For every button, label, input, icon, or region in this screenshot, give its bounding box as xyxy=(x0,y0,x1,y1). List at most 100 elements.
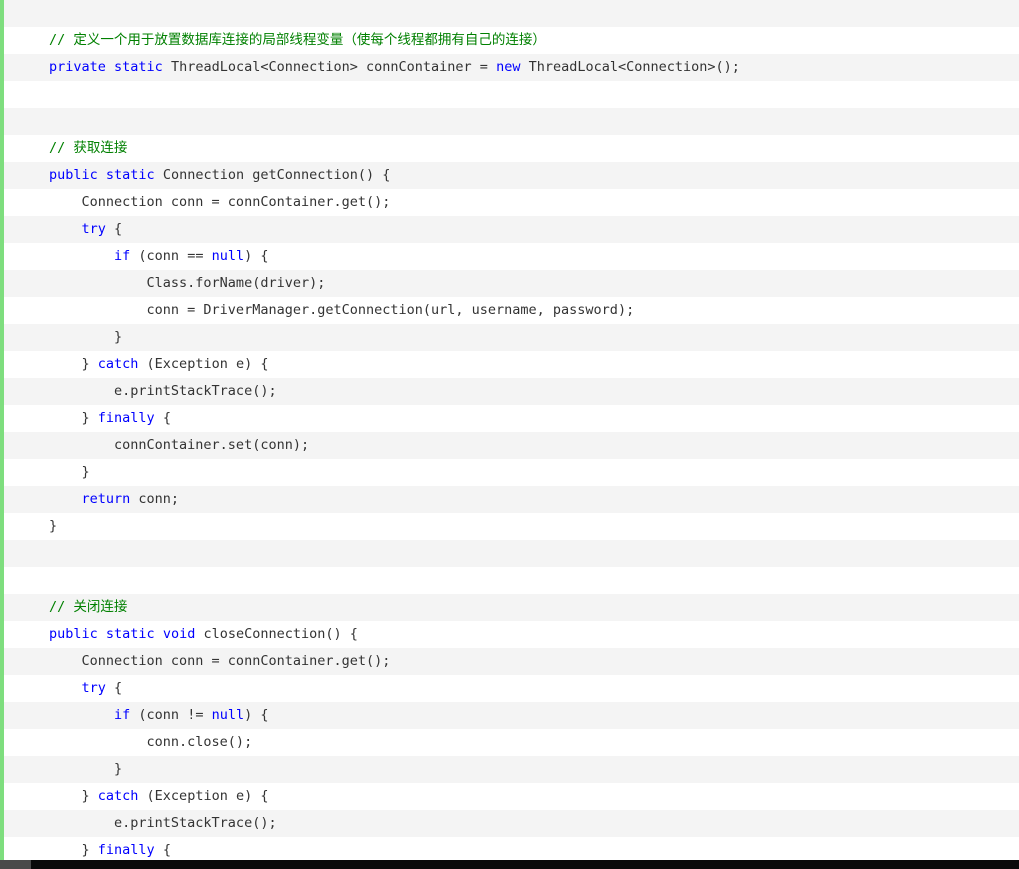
code-scroll-area[interactable]: // 定义一个用于放置数据库连接的局部线程变量（使每个线程都拥有自己的连接） pr… xyxy=(0,0,1019,860)
code-text: } xyxy=(49,356,98,372)
code-line[interactable]: private static ThreadLocal<Connection> c… xyxy=(4,54,1019,81)
code-line[interactable]: e.printStackTrace(); xyxy=(4,378,1019,405)
code-text: { xyxy=(154,410,171,426)
code-keyword: new xyxy=(496,59,521,75)
code-text: connContainer.set(conn); xyxy=(49,437,310,453)
scrollbar-thumb[interactable] xyxy=(0,860,31,869)
code-text: e.printStackTrace(); xyxy=(49,383,277,399)
code-line[interactable]: // 获取连接 xyxy=(4,135,1019,162)
code-line[interactable]: if (conn != null) { xyxy=(4,702,1019,729)
code-line[interactable]: Class.forName(driver); xyxy=(4,270,1019,297)
code-keyword: if xyxy=(114,248,131,264)
code-text: ThreadLocal<Connection>(); xyxy=(520,59,740,75)
code-text: } xyxy=(49,518,58,534)
code-text: } xyxy=(49,788,98,804)
code-comment-text: 定义一个用于放置数据库连接的局部线程变量（使每个线程都拥有自己的连接） xyxy=(73,32,546,48)
code-viewer: // 定义一个用于放置数据库连接的局部线程变量（使每个线程都拥有自己的连接） pr… xyxy=(0,0,1019,869)
code-line[interactable] xyxy=(4,567,1019,594)
code-text: ) { xyxy=(244,707,269,723)
code-line[interactable] xyxy=(4,81,1019,108)
code-line[interactable]: // 关闭连接 xyxy=(4,594,1019,621)
code-line[interactable]: } finally { xyxy=(4,837,1019,860)
code-text: } xyxy=(49,464,90,480)
code-line[interactable]: e.printStackTrace(); xyxy=(4,810,1019,837)
code-text: (conn == xyxy=(130,248,212,264)
code-keyword: catch xyxy=(97,788,139,804)
code-line[interactable]: } xyxy=(4,513,1019,540)
code-text: conn.close(); xyxy=(49,734,253,750)
code-text: } xyxy=(49,842,98,858)
code-line[interactable]: public static Connection getConnection()… xyxy=(4,162,1019,189)
code-keyword: finally xyxy=(97,410,155,426)
code-line[interactable] xyxy=(4,540,1019,567)
code-line[interactable]: Connection conn = connContainer.get(); xyxy=(4,189,1019,216)
code-keyword: catch xyxy=(97,356,139,372)
code-line[interactable]: } catch (Exception e) { xyxy=(4,351,1019,378)
code-line[interactable]: public static void closeConnection() { xyxy=(4,621,1019,648)
code-text: (conn != xyxy=(130,707,212,723)
code-line[interactable]: try { xyxy=(4,216,1019,243)
code-comment-text: 关闭连接 xyxy=(73,599,128,615)
code-text: { xyxy=(105,680,123,696)
code-line[interactable]: } xyxy=(4,459,1019,486)
code-text: (Exception e) { xyxy=(138,356,269,372)
code-line[interactable] xyxy=(4,0,1019,27)
code-line-list: // 定义一个用于放置数据库连接的局部线程变量（使每个线程都拥有自己的连接） pr… xyxy=(4,0,1019,860)
code-text: closeConnection() { xyxy=(195,626,358,642)
code-keyword: finally xyxy=(97,842,155,858)
code-keyword: null xyxy=(211,248,245,264)
code-text: ThreadLocal<Connection> connContainer = xyxy=(162,59,497,75)
code-line[interactable]: // 定义一个用于放置数据库连接的局部线程变量（使每个线程都拥有自己的连接） xyxy=(4,27,1019,54)
code-text: Connection getConnection() { xyxy=(154,167,391,183)
code-text: } xyxy=(49,761,123,777)
code-line[interactable]: } xyxy=(4,324,1019,351)
code-line[interactable]: return conn; xyxy=(4,486,1019,513)
code-text: Connection conn = connContainer.get(); xyxy=(49,653,391,669)
code-line[interactable]: if (conn == null) { xyxy=(4,243,1019,270)
code-text: conn = DriverManager.getConnection(url, … xyxy=(49,302,635,318)
code-line[interactable]: conn.close(); xyxy=(4,729,1019,756)
code-keyword: static xyxy=(114,59,163,75)
code-keyword: private xyxy=(49,59,106,75)
code-keyword: if xyxy=(114,707,131,723)
code-keyword: static xyxy=(105,167,155,183)
code-keyword: try xyxy=(81,221,106,237)
code-line[interactable]: try { xyxy=(4,675,1019,702)
code-text: Class.forName(driver); xyxy=(49,275,326,291)
code-comment-marker: // xyxy=(49,140,74,156)
code-text: } xyxy=(49,329,123,345)
code-line[interactable]: } xyxy=(4,756,1019,783)
code-line[interactable]: } finally { xyxy=(4,405,1019,432)
code-keyword: return xyxy=(81,491,131,507)
code-comment-marker: // xyxy=(49,599,74,615)
code-line[interactable]: Connection conn = connContainer.get(); xyxy=(4,648,1019,675)
code-text: { xyxy=(105,221,123,237)
code-comment-marker: // xyxy=(49,32,74,48)
code-keyword: try xyxy=(81,680,106,696)
scrollbar-track[interactable] xyxy=(0,860,1019,869)
code-line[interactable]: connContainer.set(conn); xyxy=(4,432,1019,459)
code-text: Connection conn = connContainer.get(); xyxy=(49,194,391,210)
code-line[interactable]: conn = DriverManager.getConnection(url, … xyxy=(4,297,1019,324)
code-text: (Exception e) { xyxy=(138,788,269,804)
code-text: } xyxy=(49,410,98,426)
code-text: conn; xyxy=(130,491,180,507)
code-text: ) { xyxy=(244,248,269,264)
code-text: { xyxy=(154,842,171,858)
code-keyword: static xyxy=(105,626,155,642)
code-comment-text: 获取连接 xyxy=(73,140,128,156)
code-keyword: null xyxy=(211,707,245,723)
horizontal-scrollbar[interactable] xyxy=(0,860,1019,869)
code-keyword: void xyxy=(162,626,196,642)
code-keyword: public xyxy=(49,626,98,642)
code-line[interactable]: } catch (Exception e) { xyxy=(4,783,1019,810)
code-line[interactable] xyxy=(4,108,1019,135)
